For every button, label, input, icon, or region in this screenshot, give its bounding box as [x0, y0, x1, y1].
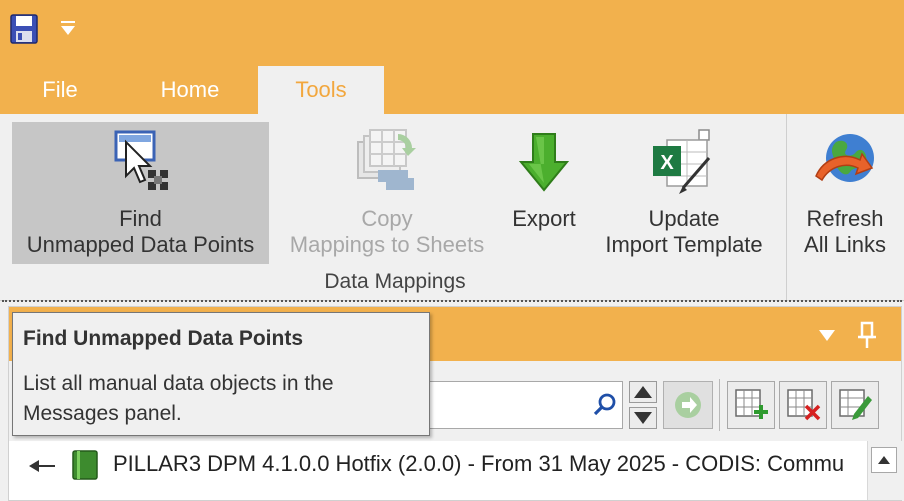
button-label-line2: Mappings to Sheets [289, 232, 485, 257]
go-arrow-icon [675, 392, 701, 418]
globe-refresh-icon [815, 134, 874, 182]
tree-item-label: PILLAR3 DPM 4.1.0.0 Hotfix (2.0.0) - Fro… [113, 451, 845, 476]
ribbon-panel: Find Unmapped Data Points Copy Mappings … [0, 114, 904, 301]
customize-dropdown-icon[interactable] [58, 18, 78, 38]
find-unmapped-icon [114, 130, 168, 190]
title-bar [0, 0, 904, 56]
tooltip-body: List all manual data objects in the Mess… [23, 372, 334, 425]
previous-match-button[interactable] [629, 381, 657, 403]
dock-splitter[interactable] [2, 300, 902, 302]
button-label-line1: Find [119, 206, 162, 231]
taxonomy-book-icon [72, 450, 98, 480]
button-label-line1: Refresh [806, 206, 884, 231]
panel-options-dropdown-icon[interactable] [815, 325, 839, 345]
group-label-data-mappings: Data Mappings [324, 270, 466, 293]
excel-update-icon: X [653, 129, 711, 194]
refresh-all-links-button[interactable]: Refresh All Links [792, 122, 898, 264]
button-label-line2: Import Template [605, 232, 763, 257]
search-icon[interactable] [592, 392, 618, 418]
tree-expand-arrow-icon[interactable] [25, 457, 57, 475]
svg-text:X: X [660, 152, 674, 174]
add-row-button[interactable] [727, 381, 775, 429]
export-arrow-icon [518, 133, 570, 192]
toolbar-separator [719, 379, 720, 431]
vertical-scrollbar[interactable] [867, 441, 902, 500]
delete-row-button[interactable] [779, 381, 827, 429]
tab-home[interactable]: Home [142, 66, 238, 114]
edit-row-button[interactable] [831, 381, 879, 429]
ribbon-tab-bar: File Home Tools [0, 56, 904, 114]
button-label-line1: Export [512, 206, 576, 231]
find-unmapped-data-points-button[interactable]: Find Unmapped Data Points [12, 122, 269, 264]
button-label-line1: Copy [361, 206, 413, 231]
arrow-up-icon [634, 386, 652, 398]
scroll-up-arrow-icon [878, 456, 890, 464]
button-label-line2: All Links [804, 232, 886, 257]
tab-file[interactable]: File [22, 66, 98, 114]
tooltip-title: Find Unmapped Data Points [23, 327, 304, 350]
button-label-line2: Unmapped Data Points [26, 232, 255, 257]
grid-edit-icon [839, 389, 872, 420]
scroll-up-button[interactable] [871, 447, 897, 473]
grid-add-icon [735, 389, 768, 419]
copy-mappings-to-sheets-button[interactable]: Copy Mappings to Sheets [278, 122, 496, 264]
export-button[interactable]: Export [502, 122, 586, 264]
arrow-down-icon [634, 412, 652, 424]
next-match-button[interactable] [629, 407, 657, 429]
grid-delete-icon [787, 389, 821, 421]
pin-icon[interactable] [855, 321, 879, 349]
go-button[interactable] [663, 381, 713, 429]
tooltip: Find Unmapped Data Points List all manua… [12, 312, 430, 436]
floppy-save-icon[interactable] [10, 14, 38, 44]
copy-mappings-icon [357, 129, 416, 190]
tree-item[interactable]: PILLAR3 DPM 4.1.0.0 Hotfix (2.0.0) - Fro… [9, 441, 867, 491]
update-import-template-button[interactable]: X Update Import Template [592, 122, 776, 264]
tab-tools[interactable]: Tools [258, 66, 384, 114]
ribbon-group-separator [786, 114, 787, 300]
button-label-line1: Update [648, 206, 720, 231]
